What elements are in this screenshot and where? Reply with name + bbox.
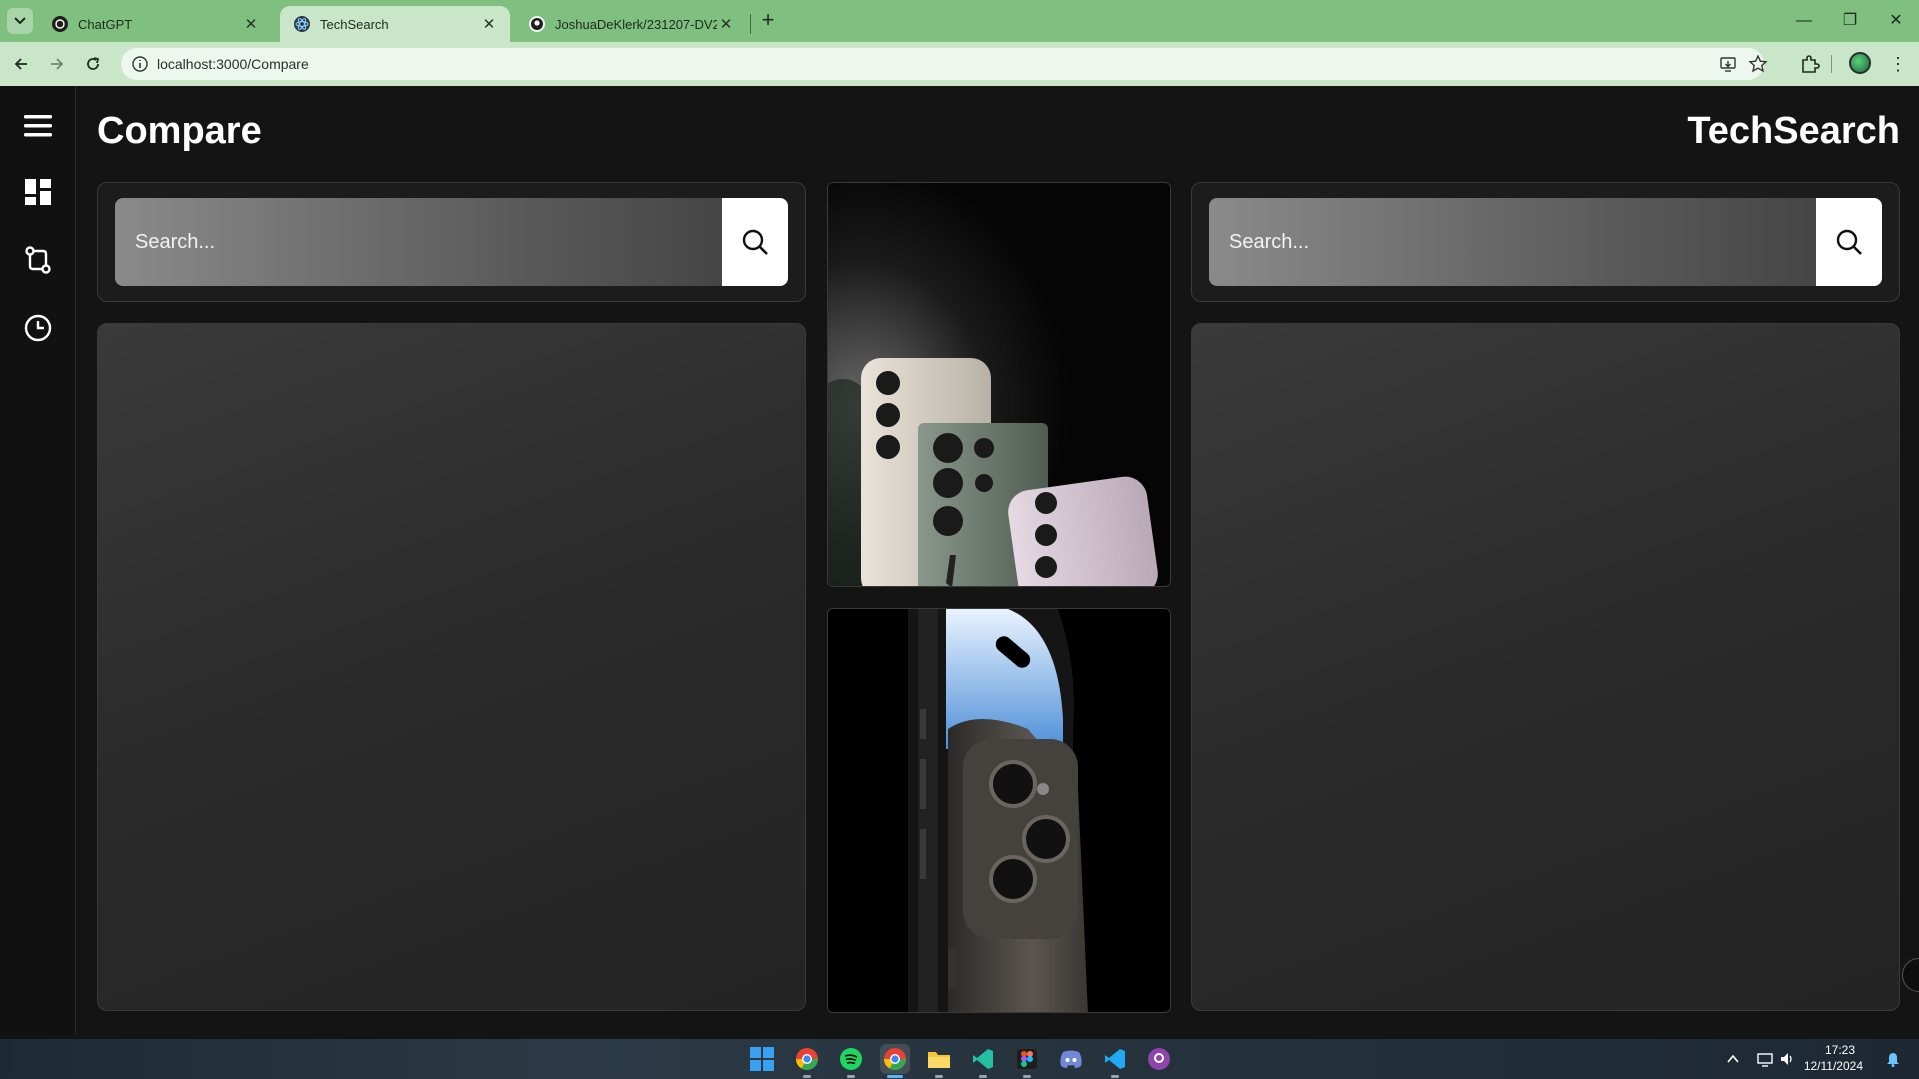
react-icon — [294, 16, 310, 32]
close-tab-icon[interactable]: ✕ — [717, 15, 735, 33]
tab-github[interactable]: JoshuaDeKlerk/231207-DV200- ✕ — [515, 6, 747, 42]
browser-toolbar: localhost:3000/Compare ⋮ — [0, 42, 1919, 86]
compare-icon[interactable] — [22, 244, 54, 276]
minimize-icon[interactable]: — — [1791, 8, 1817, 34]
close-tab-icon[interactable]: ✕ — [242, 15, 260, 33]
running-indicator — [935, 1075, 943, 1078]
running-indicator — [979, 1075, 987, 1078]
windows-start-icon[interactable] — [747, 1044, 777, 1074]
file-explorer-icon[interactable] — [924, 1044, 954, 1074]
running-indicator — [847, 1075, 855, 1078]
url-text: localhost:3000/Compare — [157, 56, 309, 72]
active-indicator — [887, 1075, 903, 1078]
tab-title: TechSearch — [320, 16, 389, 32]
tab-search-button[interactable] — [7, 8, 33, 34]
search-icon — [1836, 229, 1862, 255]
tab-chatgpt[interactable]: ChatGPT ✕ — [38, 6, 272, 42]
back-button[interactable] — [8, 51, 34, 77]
close-window-icon[interactable]: ✕ — [1883, 8, 1909, 34]
app-root: Compare TechSearch — [0, 86, 1919, 1035]
chrome-active-icon[interactable] — [880, 1044, 910, 1074]
arrow-left-icon — [14, 58, 27, 70]
restore-icon[interactable]: ❐ — [1837, 8, 1863, 34]
running-indicator — [1111, 1075, 1119, 1078]
windows-taskbar: 17:23 12/11/2024 — [0, 1039, 1919, 1079]
vscode-icon[interactable] — [1100, 1044, 1130, 1074]
history-icon[interactable] — [22, 312, 54, 344]
profile-avatar[interactable] — [1849, 52, 1871, 74]
left-search-button[interactable] — [722, 198, 788, 286]
install-app-icon[interactable] — [1718, 54, 1738, 74]
notification-bell-icon[interactable] — [1885, 1051, 1901, 1067]
reload-button[interactable] — [80, 51, 106, 77]
toolbar-divider — [1831, 55, 1832, 73]
running-indicator — [803, 1075, 811, 1078]
arrow-right-icon — [51, 58, 64, 70]
right-result-panel — [1191, 323, 1900, 1011]
volume-icon[interactable] — [1779, 1051, 1795, 1067]
spotify-icon[interactable] — [836, 1044, 866, 1074]
samsung-phones-image — [827, 182, 1171, 587]
page-title: Compare — [97, 110, 262, 152]
left-result-panel — [97, 323, 806, 1011]
figma-icon[interactable] — [1012, 1044, 1042, 1074]
chrome-icon[interactable] — [792, 1044, 822, 1074]
browser-tab-bar: ChatGPT ✕ TechSearch ✕ JoshuaDeKlerk/231… — [0, 0, 1919, 42]
clock-date[interactable]: 12/11/2024 — [1804, 1059, 1863, 1073]
right-search-button[interactable] — [1816, 198, 1882, 286]
menu-icon[interactable] — [22, 110, 54, 142]
left-search-panel — [97, 182, 806, 302]
iphone-image — [827, 608, 1171, 1013]
clock-time[interactable]: 17:23 — [1825, 1043, 1855, 1057]
tab-title: JoshuaDeKlerk/231207-DV200- — [555, 16, 717, 32]
address-bar[interactable]: localhost:3000/Compare — [121, 48, 1768, 80]
running-indicator — [1023, 1075, 1031, 1078]
right-search-panel — [1191, 182, 1900, 302]
tab-techsearch[interactable]: TechSearch ✕ — [280, 6, 510, 42]
new-tab-button[interactable]: + — [756, 9, 780, 33]
github-desktop-icon[interactable] — [1144, 1044, 1174, 1074]
chevron-down-icon — [14, 17, 26, 25]
chatgpt-icon — [52, 16, 68, 32]
vscode-insiders-icon[interactable] — [968, 1044, 998, 1074]
network-icon[interactable] — [1757, 1051, 1773, 1067]
more-menu-icon[interactable]: ⋮ — [1889, 53, 1907, 75]
sidebar — [0, 86, 76, 1035]
site-info-icon[interactable] — [131, 55, 149, 73]
left-search-box — [115, 198, 788, 286]
github-icon — [529, 16, 545, 32]
right-search-box — [1209, 198, 1882, 286]
left-search-input[interactable] — [115, 198, 722, 286]
collapse-toggle-button[interactable] — [1902, 958, 1919, 992]
tab-separator — [750, 14, 751, 34]
extensions-icon[interactable] — [1799, 53, 1821, 75]
dashboard-icon[interactable] — [22, 176, 54, 208]
reload-icon — [87, 57, 100, 70]
bookmark-star-icon[interactable] — [1748, 54, 1768, 74]
forward-button[interactable] — [44, 51, 70, 77]
tab-title: ChatGPT — [78, 16, 133, 32]
discord-icon[interactable] — [1056, 1044, 1086, 1074]
close-tab-icon[interactable]: ✕ — [480, 15, 498, 33]
chevron-up-icon[interactable] — [1725, 1051, 1741, 1067]
brand-logo-text: TechSearch — [1687, 110, 1900, 152]
search-icon — [742, 229, 768, 255]
right-search-input[interactable] — [1209, 198, 1816, 286]
